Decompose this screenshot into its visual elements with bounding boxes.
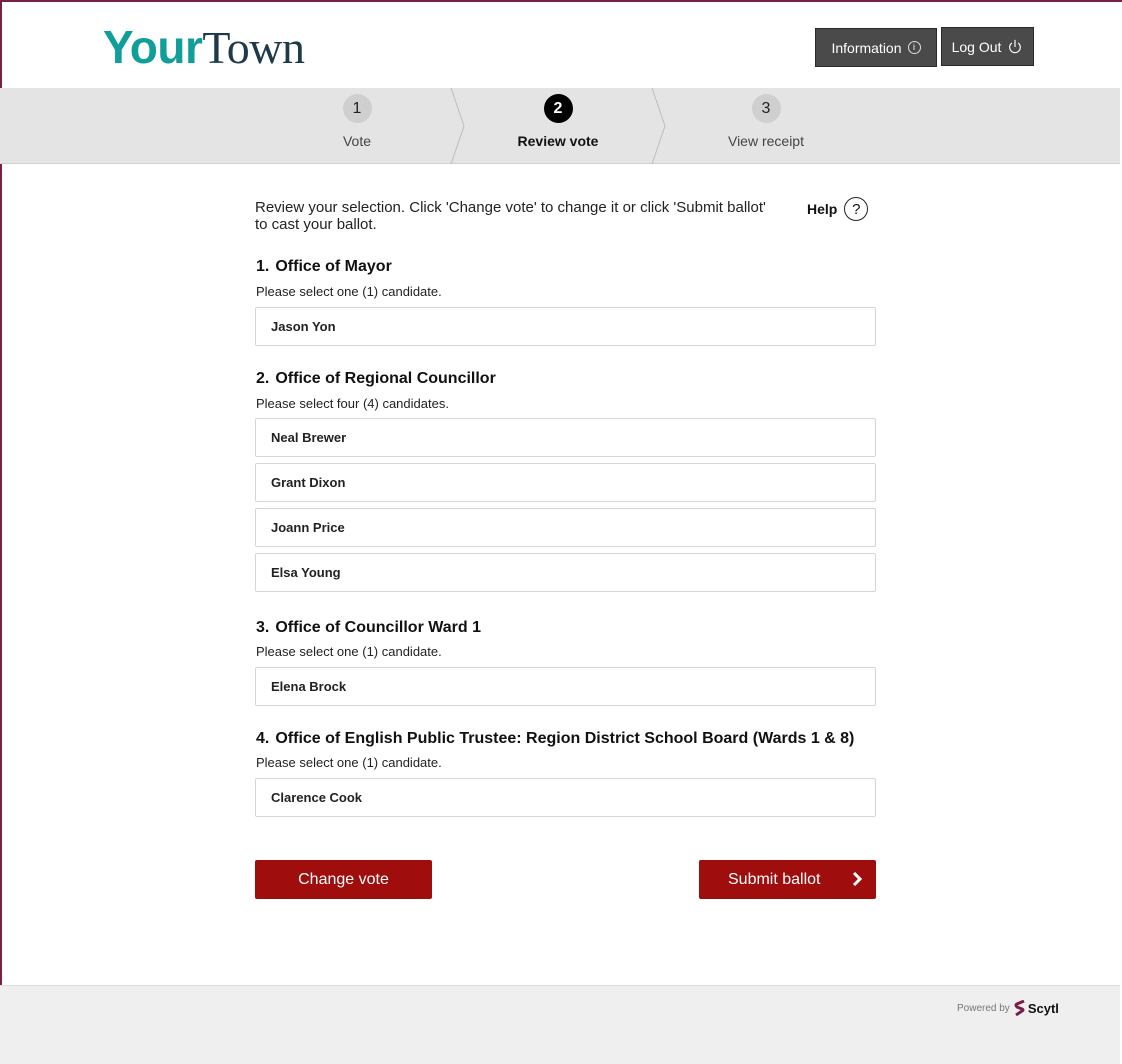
selected-candidate: Jason Yon <box>255 307 876 346</box>
contest-instruction: Please select one (1) candidate. <box>256 644 442 659</box>
selected-candidate: Joann Price <box>255 508 876 547</box>
brand-name: Scytl <box>1027 1000 1059 1016</box>
step-label: Review vote <box>517 133 599 149</box>
selected-candidate: Elsa Young <box>255 553 876 592</box>
selected-candidate: Clarence Cook <box>255 778 876 817</box>
logout-button[interactable]: Log Out <box>941 27 1034 66</box>
submit-ballot-label: Submit ballot <box>728 870 821 888</box>
contest-title: 3. Office of Councillor Ward 1 <box>256 619 481 637</box>
brand-logo: Scytl <box>1014 1000 1059 1016</box>
step-review-vote: 2 Review vote <box>498 88 618 164</box>
contest-number: 4. <box>256 730 270 747</box>
contest-instruction: Please select four (4) candidates. <box>256 396 449 411</box>
step-label: Vote <box>342 133 372 149</box>
powered-by-label: Powered by <box>957 1002 1010 1014</box>
contest-title: 1. Office of Mayor <box>256 258 392 276</box>
contest-name: Office of English Public Trustee: Region… <box>275 730 855 747</box>
logo-part-your: Your <box>103 21 203 73</box>
step-separator <box>450 88 465 164</box>
step-number: 2 <box>543 94 573 123</box>
contest-instruction: Please select one (1) candidate. <box>256 284 442 299</box>
contest-instruction: Please select one (1) candidate. <box>256 755 442 770</box>
help-button[interactable]: Help ? <box>807 197 869 221</box>
contest-number: 3. <box>256 619 270 636</box>
scytl-logo-icon <box>1014 1000 1025 1016</box>
contest-title: 2. Office of Regional Councillor <box>256 370 496 388</box>
information-label: Information <box>831 39 902 56</box>
footer: Powered by Scytl <box>0 985 1120 1064</box>
contest-name: Office of Regional Councillor <box>275 370 496 387</box>
change-vote-button[interactable]: Change vote <box>255 860 432 899</box>
help-label: Help <box>807 201 838 217</box>
logo-part-town: Town <box>202 22 305 73</box>
step-number: 3 <box>751 94 781 123</box>
yourtown-logo: YourTown <box>103 21 305 73</box>
selected-candidate: Grant Dixon <box>255 463 876 502</box>
progress-steps: 1 Vote 2 Review vote 3 View receipt <box>0 88 1120 164</box>
contest-number: 2. <box>256 370 270 387</box>
step-view-receipt: 3 View receipt <box>706 88 826 164</box>
logout-label: Log Out <box>951 38 1002 55</box>
question-circle-icon: ? <box>844 197 869 221</box>
contest-number: 1. <box>256 258 270 275</box>
submit-ballot-button[interactable]: Submit ballot <box>699 860 876 899</box>
contest-name: Office of Mayor <box>275 258 392 275</box>
contest-title: 4. Office of English Public Trustee: Regi… <box>256 730 854 748</box>
step-vote: 1 Vote <box>308 88 406 164</box>
contest-name: Office of Councillor Ward 1 <box>275 619 481 636</box>
selected-candidate: Elena Brock <box>255 667 876 706</box>
selected-candidate: Neal Brewer <box>255 418 876 457</box>
information-button[interactable]: Information i <box>815 28 937 67</box>
review-instructions: Review your selection. Click 'Change vot… <box>255 199 766 233</box>
step-separator <box>651 88 666 164</box>
header: YourTown Information i Log Out <box>0 0 1120 88</box>
step-number: 1 <box>342 94 372 123</box>
step-label: View receipt <box>727 133 804 149</box>
powered-by: Powered by Scytl <box>957 1000 1059 1016</box>
chevron-right-icon <box>852 872 863 886</box>
info-circle-icon: i <box>907 41 921 54</box>
power-icon <box>1009 39 1022 53</box>
